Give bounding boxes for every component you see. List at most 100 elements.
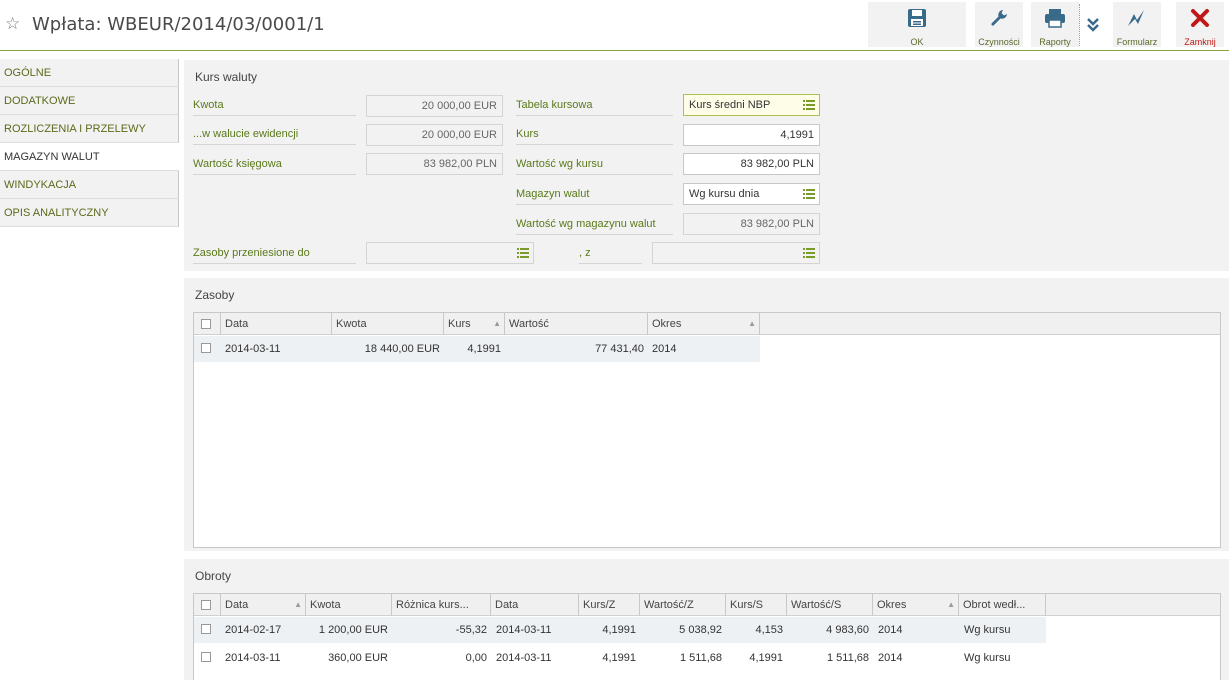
col-obrot-label: Obrot wedł... <box>963 599 1026 611</box>
cell-wartosc-z: 5 038,92 <box>679 624 722 636</box>
obroty-panel: Obroty Data ▲ Kwota Różnica kurs... Data … <box>184 559 1229 680</box>
cell-roznica: -55,32 <box>455 624 487 636</box>
tabela-kursowa-label: Tabela kursowa <box>516 94 673 116</box>
chevron-double-down-icon <box>1081 14 1105 36</box>
obroty-grid-header: Data ▲ Kwota Różnica kurs... Data Kurs/Z … <box>194 594 1220 616</box>
table-row[interactable]: 2014-03-11 360,00 EUR 0,00 2014-03-11 4,… <box>194 645 1046 671</box>
select-all-checkbox[interactable] <box>201 319 211 329</box>
ok-label: OK <box>910 37 924 47</box>
kurs-label: Kurs <box>516 123 673 145</box>
form-button[interactable]: Formularz <box>1113 2 1161 47</box>
obroty-section-title: Obroty <box>195 569 232 583</box>
nav-item-dodatkowe[interactable]: DODATKOWE <box>0 87 179 115</box>
wartosc-wg-magazynu-field: 83 982,00 PLN <box>683 213 820 235</box>
favorite-star-icon[interactable]: ☆ <box>5 14 20 34</box>
row-checkbox[interactable] <box>201 652 211 662</box>
close-label: Zamknij <box>1184 37 1216 47</box>
cell-roznica: 0,00 <box>465 652 487 664</box>
list-picker-icon[interactable] <box>803 99 815 111</box>
sort-icon: ▲ <box>493 319 501 328</box>
sort-icon: ▲ <box>947 600 955 609</box>
side-navigation: OGÓLNE DODATKOWE ROZLICZENIA I PRZELEWY … <box>0 59 179 227</box>
tabela-kursowa-value: Kurs średni NBP <box>689 99 771 111</box>
cell-data: 2014-03-11 <box>225 343 281 355</box>
cell-data2: 2014-03-11 <box>496 624 552 636</box>
form-label: Formularz <box>1116 37 1158 47</box>
row-checkbox[interactable] <box>201 624 211 634</box>
col-okres[interactable]: Okres ▲ <box>648 313 760 335</box>
cell-wartosc-z: 1 511,68 <box>679 652 722 664</box>
col-wartosc[interactable]: Wartość <box>505 313 648 335</box>
kwota-label: Kwota <box>193 94 356 116</box>
cell-okres: 2014 <box>878 652 903 664</box>
more-actions-button[interactable] <box>1081 2 1105 47</box>
row-checkbox[interactable] <box>201 343 211 353</box>
nav-item-magazyn-walut[interactable]: MAGAZYN WALUT <box>0 143 179 171</box>
zasoby-przeniesione-select[interactable] <box>366 242 534 264</box>
nav-item-windykacja[interactable]: WINDYKACJA <box>0 171 179 199</box>
reports-button[interactable]: Raporty <box>1031 2 1079 47</box>
cell-data: 2014-03-11 <box>225 652 281 664</box>
table-row[interactable]: 2014-03-11 18 440,00 EUR 4,1991 77 431,4… <box>194 336 760 362</box>
wartosc-wg-magazynu-label: Wartość wg magazynu walut <box>516 213 673 235</box>
cell-okres: 2014 <box>652 343 677 355</box>
list-picker-icon[interactable] <box>803 188 815 200</box>
close-button[interactable]: Zamknij <box>1176 2 1224 47</box>
nav-item-rozliczenia[interactable]: ROZLICZENIA I PRZELEWY <box>0 115 179 143</box>
magazyn-walut-label: Magazyn walut <box>516 183 673 205</box>
zasoby-grid: Data Kwota Kurs ▲ Wartość Okres ▲ 2014-03-… <box>193 312 1221 548</box>
cell-obrot: Wg kursu <box>964 624 1011 636</box>
col-kurs-z[interactable]: Kurs/Z <box>579 594 640 616</box>
cell-kurs-s: 4,153 <box>755 624 783 636</box>
col-kurs-s[interactable]: Kurs/S <box>726 594 787 616</box>
wartosc-wg-kursu-label: Wartość wg kursu <box>516 153 673 175</box>
col-data-label: Data <box>225 599 249 611</box>
z-select[interactable] <box>652 242 820 264</box>
col-kurs-z-label: Kurs/Z <box>583 599 616 611</box>
actions-button[interactable]: Czynności <box>975 2 1023 47</box>
save-icon <box>868 7 966 29</box>
table-row[interactable]: 2014-02-17 1 200,00 EUR -55,32 2014-03-1… <box>194 617 1046 643</box>
magazyn-walut-select[interactable]: Wg kursu dnia <box>683 183 820 205</box>
ok-button[interactable]: OK <box>868 2 966 47</box>
window-title: Wpłata: WBEUR/2014/03/0001/1 <box>32 14 325 35</box>
cell-wartosc: 77 431,40 <box>595 343 644 355</box>
wartosc-wg-kursu-field[interactable]: 83 982,00 PLN <box>683 153 820 175</box>
cell-obrot: Wg kursu <box>964 652 1011 664</box>
zasoby-panel: Zasoby Data Kwota Kurs ▲ Wartość Okres ▲ 2… <box>184 278 1229 551</box>
col-kwota[interactable]: Kwota <box>306 594 392 616</box>
col-roznica-kursowa[interactable]: Różnica kurs... <box>392 594 491 616</box>
sort-icon: ▲ <box>294 600 302 609</box>
col-wartosc-s-label: Wartość/S <box>791 599 842 611</box>
col-wartosc-z[interactable]: Wartość/Z <box>640 594 726 616</box>
col-kurs[interactable]: Kurs ▲ <box>444 313 505 335</box>
tabela-kursowa-select[interactable]: Kurs średni NBP <box>683 94 820 116</box>
cell-kwota: 1 200,00 EUR <box>318 624 388 636</box>
nav-item-opis-analityczny[interactable]: OPIS ANALITYCZNY <box>0 199 179 227</box>
col-wartosc-s[interactable]: Wartość/S <box>787 594 873 616</box>
cell-kwota: 360,00 EUR <box>328 652 388 664</box>
list-picker-icon[interactable] <box>803 247 815 259</box>
col-obrot[interactable]: Obrot wedł... <box>959 594 1046 616</box>
col-data-2[interactable]: Data <box>491 594 579 616</box>
col-roznica-label: Różnica kurs... <box>396 599 469 611</box>
col-data[interactable]: Data ▲ <box>220 594 306 616</box>
cell-wartosc-s: 4 983,60 <box>826 624 869 636</box>
col-data-label: Data <box>225 318 249 330</box>
select-all-checkbox[interactable] <box>201 600 211 610</box>
cell-okres: 2014 <box>878 624 903 636</box>
nav-item-ogolne[interactable]: OGÓLNE <box>0 59 179 87</box>
col-kwota[interactable]: Kwota <box>332 313 444 335</box>
col-okres[interactable]: Okres ▲ <box>873 594 959 616</box>
col-data2-label: Data <box>495 599 519 611</box>
close-icon <box>1176 7 1224 29</box>
list-picker-icon[interactable] <box>517 247 529 259</box>
waluta-ewidencji-label: ...w walucie ewidencji <box>193 123 356 145</box>
col-data[interactable]: Data <box>220 313 332 335</box>
cell-data2: 2014-03-11 <box>496 652 552 664</box>
reports-label: Raporty <box>1039 37 1071 47</box>
kurs-waluty-panel: Kurs waluty Kwota 20 000,00 EUR ...w wal… <box>184 60 1229 271</box>
kwota-field: 20 000,00 EUR <box>366 95 503 117</box>
kurs-field[interactable]: 4,1991 <box>683 124 820 146</box>
col-okres-label: Okres <box>652 318 682 330</box>
